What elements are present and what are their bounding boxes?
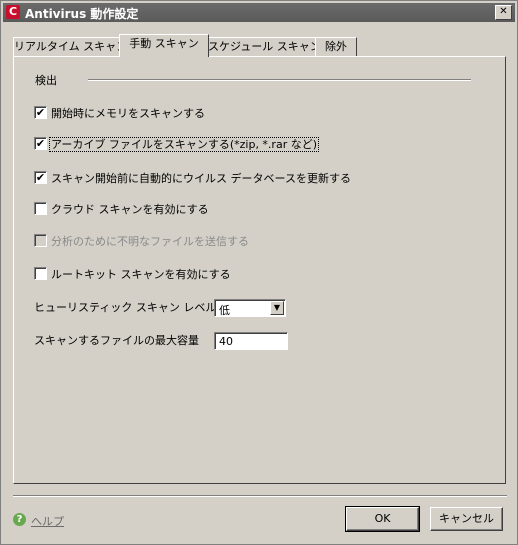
close-button[interactable]: ✕ [495,5,512,20]
settings-dialog: C Antivirus 動作設定 ✕ リアルタイム スキャン 手動 スキャン ス… [0,0,518,545]
option-label: スキャン開始前に自動的にウイルス データベースを更新する [51,172,351,185]
option-label: アーカイブ ファイルをスキャンする(*zip, *.rar など) [49,137,320,152]
tab-scheduled-scan[interactable]: スケジュール スキャン [207,37,321,56]
option-label: クラウド スキャンを有効にする [51,203,209,216]
option-label: 分析のために不明なファイルを送信する [51,235,249,248]
help-label[interactable]: ヘルプ [31,513,64,529]
title-bar: C Antivirus 動作設定 ✕ [3,3,515,22]
max-file-size-label: スキャンするファイルの最大容量 [34,334,199,347]
tab-realtime-scan[interactable]: リアルタイム スキャン [13,37,127,56]
checkbox-checked-icon[interactable]: ✔ [34,171,47,184]
help-icon: ? [13,513,26,526]
chevron-down-icon[interactable]: ▼ [270,301,284,315]
checkbox-unchecked[interactable] [34,267,47,280]
heuristic-level-select[interactable]: 低 ▼ [214,299,286,317]
footer-divider [13,495,507,497]
checkbox-disabled [34,234,47,247]
ok-button[interactable]: OK [345,506,420,532]
option-label: ルートキット スキャンを有効にする [51,268,231,281]
group-divider [88,79,471,81]
app-logo-icon: C [6,5,20,19]
max-file-size-input[interactable]: 40 [214,332,288,350]
cancel-button[interactable]: キャンセル [430,507,503,531]
tab-exclusions[interactable]: 除外 [315,37,357,56]
tab-manual-scan[interactable]: 手動 スキャン [119,34,209,57]
window-title: Antivirus 動作設定 [25,7,139,21]
detection-group-label: 検出 [35,74,57,87]
checkbox-checked-icon[interactable]: ✔ [34,137,47,150]
heuristic-level-label: ヒューリスティック スキャン レベル [34,301,217,314]
option-label: 開始時にメモリをスキャンする [51,107,205,120]
option-label-wrapper: アーカイブ ファイルをスキャンする(*zip, *.rar など) [49,136,320,152]
checkbox-checked-icon[interactable]: ✔ [34,106,47,119]
checkbox-unchecked[interactable] [34,202,47,215]
heuristic-level-value: 低 [219,304,230,317]
